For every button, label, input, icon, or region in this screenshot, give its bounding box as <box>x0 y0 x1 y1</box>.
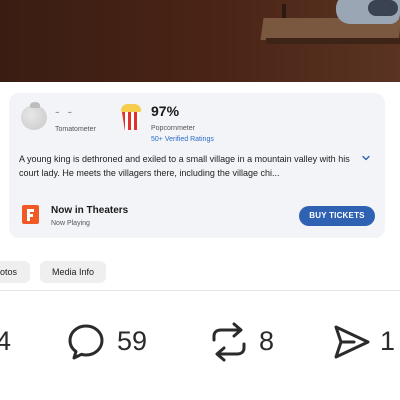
movie-hero-image <box>0 0 400 82</box>
repost-count: 8 <box>259 326 275 356</box>
tab-photos[interactable]: otos <box>0 261 30 283</box>
section-divider <box>0 290 400 291</box>
share-count: 1 <box>380 326 396 356</box>
tomato-icon <box>21 102 47 130</box>
comment-icon[interactable] <box>66 322 106 362</box>
tomatometer-label: Tomatometer <box>55 126 96 133</box>
verified-ratings-link[interactable]: 50+ Verified Ratings <box>151 136 214 143</box>
chevron-down-icon[interactable] <box>361 153 371 163</box>
movie-synopsis: A young king is dethroned and exiled to … <box>19 154 350 178</box>
popcornmeter-score: 97% <box>151 103 180 119</box>
like-count: 4 <box>0 326 12 356</box>
repost-icon[interactable] <box>206 322 252 362</box>
buy-tickets-button[interactable]: BUY TICKETS <box>299 206 375 226</box>
share-icon[interactable] <box>332 322 372 362</box>
now-playing-label: Now Playing <box>51 220 90 227</box>
popcornmeter-label: Popcornmeter <box>151 125 195 132</box>
now-in-theaters-label: Now in Theaters <box>51 205 129 216</box>
popcorn-icon <box>120 104 142 130</box>
comment-count: 59 <box>117 326 148 356</box>
movie-info-card: - - Tomatometer 97% Popcornmeter 50+ Ver… <box>9 93 385 238</box>
hero-table-edge <box>266 38 400 44</box>
tab-media-info[interactable]: Media Info <box>40 261 106 283</box>
hero-figure-shadow <box>368 0 398 16</box>
tomatometer-score: - - <box>55 103 75 119</box>
fandango-icon <box>22 205 39 224</box>
